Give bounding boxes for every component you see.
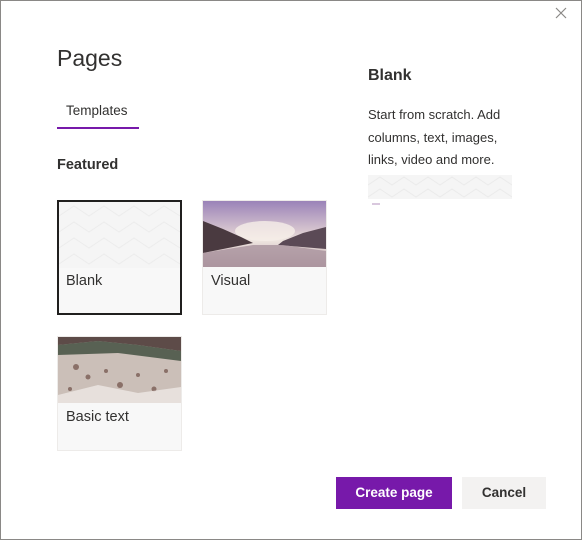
visual-thumbnail xyxy=(203,201,326,267)
preview-description: Start from scratch. Add columns, text, i… xyxy=(368,107,501,167)
template-card-visual[interactable]: Visual xyxy=(202,200,327,315)
template-label: Blank xyxy=(66,273,103,289)
section-heading: Featured xyxy=(57,157,119,173)
basic-text-thumbnail xyxy=(58,337,181,403)
cancel-button[interactable]: Cancel xyxy=(462,477,546,509)
preview-thumbnail xyxy=(368,175,512,208)
template-label: Basic text xyxy=(66,409,129,425)
blank-thumbnail xyxy=(59,202,180,268)
tab-selected-indicator xyxy=(57,127,139,129)
preview-title: Blank xyxy=(368,67,412,84)
tab-templates[interactable]: Templates xyxy=(57,101,139,130)
close-icon[interactable] xyxy=(553,5,569,21)
tab-label: Templates xyxy=(66,103,128,118)
template-card-blank[interactable]: Blank xyxy=(57,200,182,315)
template-label: Visual xyxy=(211,273,251,289)
template-card-basic-text[interactable]: Basic text xyxy=(57,336,182,451)
create-page-button[interactable]: Create page xyxy=(336,477,452,509)
dialog-title: Pages xyxy=(57,45,123,71)
pages-dialog: Pages Templates Featured Blank Visual Ba… xyxy=(0,0,582,540)
